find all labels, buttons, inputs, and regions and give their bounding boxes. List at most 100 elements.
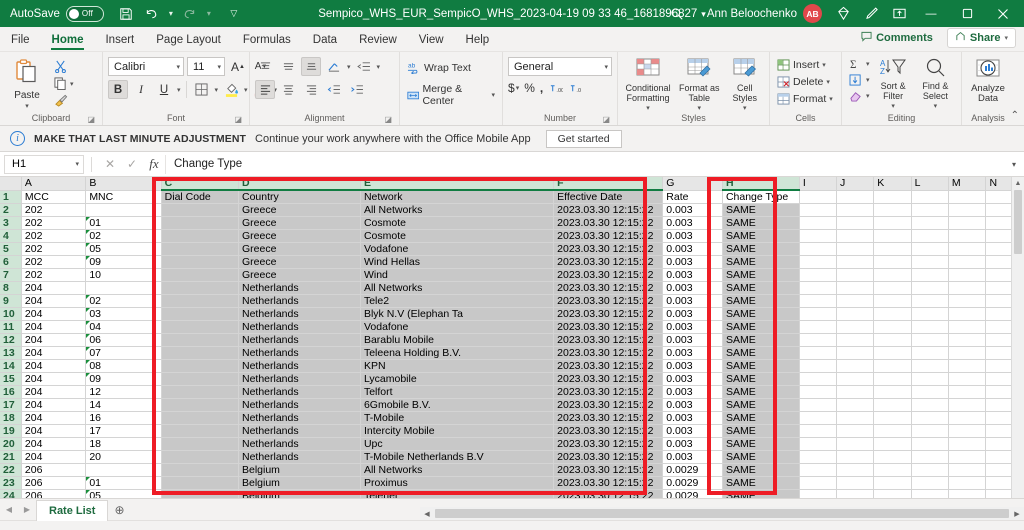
row-header-4[interactable]: 4 [0, 229, 22, 243]
cell-M23[interactable] [948, 476, 987, 490]
cell-B3[interactable]: 01 [85, 216, 162, 230]
cell-E18[interactable]: T-Mobile [360, 411, 555, 425]
cell-D20[interactable]: Netherlands [238, 437, 361, 451]
cell-D10[interactable]: Netherlands [238, 307, 361, 321]
cell-D2[interactable]: Greece [238, 203, 361, 217]
decrease-indent-icon[interactable] [354, 57, 374, 76]
column-header-f[interactable]: F [553, 177, 664, 191]
number-format-select[interactable]: General ▾ [508, 57, 612, 76]
horizontal-scroll-thumb[interactable] [435, 509, 1009, 518]
cell-M17[interactable] [948, 398, 987, 412]
cell-A14[interactable]: 204 [21, 359, 87, 373]
cell-C22[interactable] [161, 463, 239, 477]
cell-F20[interactable]: 2023.03.30 12:15:22 [553, 437, 664, 451]
name-box-chevron-down-icon[interactable]: ▾ [75, 160, 79, 168]
cell-M12[interactable] [948, 333, 987, 347]
cell-J19[interactable] [836, 424, 875, 438]
cell-K16[interactable] [873, 385, 912, 399]
format-painter-button[interactable] [52, 93, 76, 108]
cell-H19[interactable]: SAME [722, 424, 800, 438]
cell-B8[interactable] [85, 281, 162, 295]
cell-F10[interactable]: 2023.03.30 12:15:22 [553, 307, 664, 321]
row-header-19[interactable]: 19 [0, 424, 22, 438]
row-header-10[interactable]: 10 [0, 307, 22, 321]
cell-C15[interactable] [161, 372, 239, 386]
cell-K1[interactable] [873, 190, 912, 204]
format-cells-button[interactable]: Format ▾ [775, 92, 835, 106]
cell-D9[interactable]: Netherlands [238, 294, 361, 308]
cell-L10[interactable] [911, 307, 949, 321]
cell-M21[interactable] [948, 450, 987, 464]
cell-A16[interactable]: 204 [21, 385, 87, 399]
column-header-l[interactable]: L [911, 177, 949, 191]
cell-K7[interactable] [873, 268, 912, 282]
cell-L7[interactable] [911, 268, 949, 282]
cell-G24[interactable]: 0.0029 [662, 489, 723, 498]
cell-C10[interactable] [161, 307, 239, 321]
cell-F19[interactable]: 2023.03.30 12:15:22 [553, 424, 664, 438]
cell-G14[interactable]: 0.003 [662, 359, 723, 373]
cell-E23[interactable]: Proximus [360, 476, 555, 490]
cell-M13[interactable] [948, 346, 987, 360]
insert-chevron-down-icon[interactable]: ▾ [822, 61, 826, 69]
cell-F4[interactable]: 2023.03.30 12:15:22 [553, 229, 664, 243]
cell-J13[interactable] [836, 346, 875, 360]
cell-F24[interactable]: 2023.03.30 12:15:22 [553, 489, 664, 498]
horizontal-scrollbar[interactable]: ◀ ▶ [420, 507, 1024, 520]
cell-K19[interactable] [873, 424, 912, 438]
cell-M5[interactable] [948, 242, 987, 256]
cell-I16[interactable] [799, 385, 837, 399]
cell-E4[interactable]: Cosmote [360, 229, 555, 243]
cell-J5[interactable] [836, 242, 875, 256]
cell-F17[interactable]: 2023.03.30 12:15:22 [553, 398, 664, 412]
cell-K22[interactable] [873, 463, 912, 477]
row-header-20[interactable]: 20 [0, 437, 22, 451]
cell-D13[interactable]: Netherlands [238, 346, 361, 360]
cell-D4[interactable]: Greece [238, 229, 361, 243]
cell-C11[interactable] [161, 320, 239, 334]
column-header-c[interactable]: C [161, 177, 239, 191]
cell-B16[interactable]: 12 [85, 385, 162, 399]
tab-data[interactable]: Data [302, 31, 348, 51]
cell-J3[interactable] [836, 216, 875, 230]
cell-L11[interactable] [911, 320, 949, 334]
cell-E22[interactable]: All Networks [360, 463, 555, 477]
font-size-select[interactable]: 11 ▾ [187, 57, 225, 76]
cell-E3[interactable]: Cosmote [360, 216, 555, 230]
cell-B1[interactable]: MNC [85, 190, 162, 204]
sort-filter-button[interactable]: AZ Sort & Filter ▾ [874, 57, 913, 110]
increase-decimal-icon[interactable]: .00 [548, 82, 563, 95]
cell-I2[interactable] [799, 203, 837, 217]
cell-J6[interactable] [836, 255, 875, 269]
cell-H12[interactable]: SAME [722, 333, 800, 347]
number-format-chevron-down-icon[interactable]: ▾ [604, 63, 608, 71]
cell-M6[interactable] [948, 255, 987, 269]
cell-M20[interactable] [948, 437, 987, 451]
cell-D17[interactable]: Netherlands [238, 398, 361, 412]
cell-H18[interactable]: SAME [722, 411, 800, 425]
column-header-g[interactable]: G [662, 177, 723, 191]
cell-A7[interactable]: 202 [21, 268, 87, 282]
cell-F13[interactable]: 2023.03.30 12:15:22 [553, 346, 664, 360]
cell-styles-chevron-down-icon[interactable]: ▾ [743, 104, 747, 112]
row-header-5[interactable]: 5 [0, 242, 22, 256]
cell-H11[interactable]: SAME [722, 320, 800, 334]
cell-A12[interactable]: 204 [21, 333, 87, 347]
cell-C5[interactable] [161, 242, 239, 256]
cell-F15[interactable]: 2023.03.30 12:15:22 [553, 372, 664, 386]
conditional-formatting-chevron-down-icon[interactable]: ▾ [646, 104, 650, 112]
get-started-button[interactable]: Get started [545, 129, 622, 148]
cell-H5[interactable]: SAME [722, 242, 800, 256]
cell-D21[interactable]: Netherlands [238, 450, 361, 464]
cell-M18[interactable] [948, 411, 987, 425]
cell-D1[interactable]: Country [238, 190, 361, 204]
cell-I8[interactable] [799, 281, 837, 295]
decrease-indent-2-icon[interactable] [324, 80, 344, 99]
row-header-2[interactable]: 2 [0, 203, 22, 217]
decrease-decimal-icon[interactable]: .0 [568, 82, 583, 95]
cell-B18[interactable]: 16 [85, 411, 162, 425]
cell-G10[interactable]: 0.003 [662, 307, 723, 321]
row-header-14[interactable]: 14 [0, 359, 22, 373]
cell-G1[interactable]: Rate [662, 190, 723, 204]
enter-icon[interactable]: ✓ [121, 157, 143, 171]
